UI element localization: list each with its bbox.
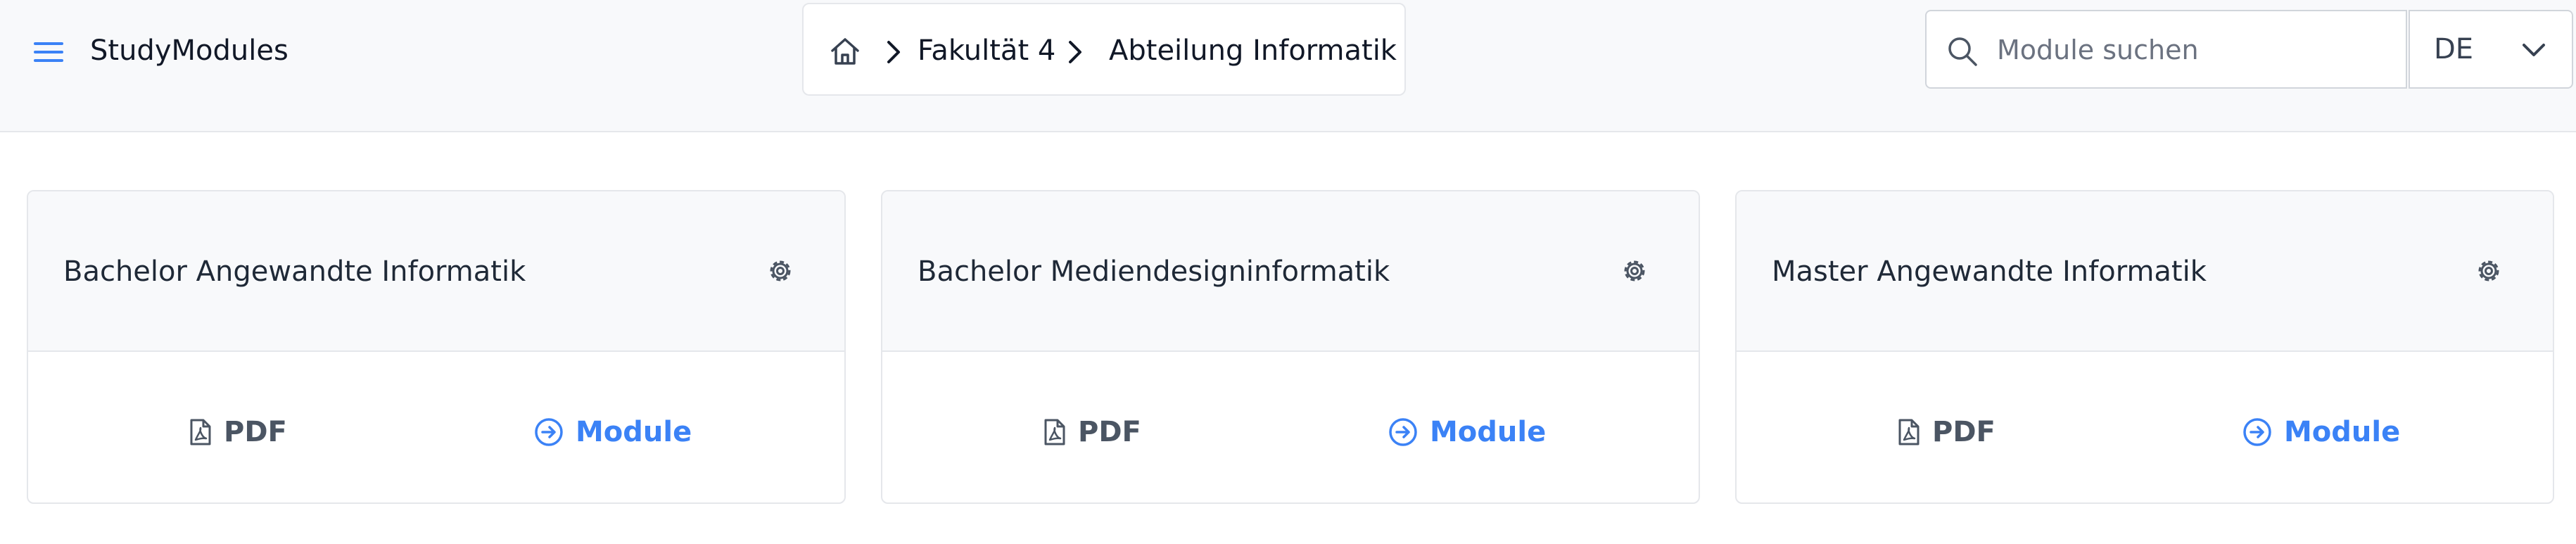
pdf-button-label: PDF [224, 416, 287, 448]
home-icon[interactable] [829, 35, 861, 68]
card-header: Bachelor Angewandte Informatik [28, 191, 844, 352]
chevron-right-icon [885, 39, 902, 65]
search-icon [1946, 35, 1979, 68]
gear-icon[interactable] [764, 255, 797, 287]
program-card: Bachelor Mediendesigninformatik PDF Modu… [881, 190, 1700, 504]
module-button[interactable]: Module [2242, 411, 2400, 453]
pdf-button-label: PDF [1078, 416, 1141, 448]
card-title: Bachelor Angewandte Informatik [63, 255, 526, 288]
card-title: Master Angewandte Informatik [1772, 255, 2207, 288]
pdf-file-icon [190, 419, 211, 445]
chevron-down-icon [2520, 38, 2548, 63]
arrow-circle-right-icon [2243, 418, 2271, 446]
module-button-label: Module [2284, 416, 2401, 448]
program-card: Master Angewandte Informatik PDF Module [1735, 190, 2554, 504]
module-button-label: Module [1430, 416, 1547, 448]
card-header: Bachelor Mediendesigninformatik [882, 191, 1699, 352]
pdf-file-icon [1898, 419, 1920, 445]
hamburger-menu-icon[interactable] [32, 37, 65, 68]
gear-icon[interactable] [2473, 255, 2505, 287]
pdf-button[interactable]: PDF [1897, 411, 1996, 453]
breadcrumb-item-faculty[interactable]: Fakultät 4 [918, 32, 1055, 69]
pdf-button[interactable]: PDF [189, 411, 287, 453]
card-title: Bachelor Mediendesigninformatik [918, 255, 1390, 288]
arrow-circle-right-icon [1389, 418, 1417, 446]
search-input[interactable] [1996, 28, 2392, 72]
module-button[interactable]: Module [1388, 411, 1546, 453]
chevron-right-icon [1067, 39, 1084, 65]
search-box [1925, 10, 2407, 89]
arrow-circle-right-icon [535, 418, 563, 446]
gear-icon[interactable] [1618, 255, 1651, 287]
pdf-button[interactable]: PDF [1043, 411, 1141, 453]
pdf-button-label: PDF [1932, 416, 1996, 448]
pdf-file-icon [1044, 419, 1065, 445]
breadcrumb-item-department[interactable]: Abteilung Informatik [1109, 32, 1397, 69]
card-header: Master Angewandte Informatik [1737, 191, 2553, 352]
module-button-label: Module [576, 416, 692, 448]
program-card: Bachelor Angewandte Informatik PDF Modul… [27, 190, 846, 504]
language-select[interactable]: DE [2409, 10, 2573, 89]
language-select-value: DE [2434, 33, 2474, 65]
top-navigation-bar: StudyModules Fakultät 4 Abteilung Inform… [0, 0, 2576, 132]
breadcrumb: Fakultät 4 Abteilung Informatik [802, 3, 1406, 96]
app-title[interactable]: StudyModules [90, 32, 288, 69]
module-button[interactable]: Module [533, 411, 692, 453]
